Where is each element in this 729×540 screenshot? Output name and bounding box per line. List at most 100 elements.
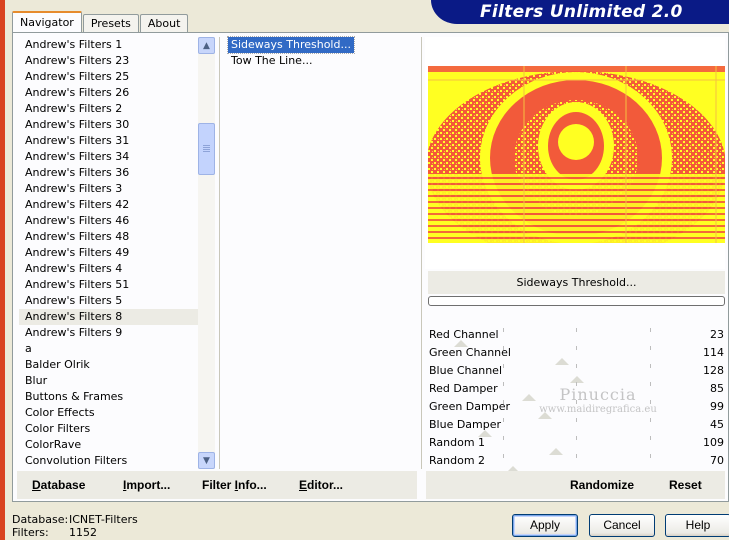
param-value: 114 <box>703 346 724 359</box>
filters-count: 1152 <box>69 526 97 539</box>
category-item[interactable]: Buttons & Frames <box>19 389 199 405</box>
param-value: 45 <box>710 418 724 431</box>
slider-tick <box>503 454 504 458</box>
scroll-thumb[interactable] <box>198 123 215 175</box>
category-item[interactable]: Andrew's Filters 8 <box>19 309 199 325</box>
watermark: Pinuccia www.maidiregrafica.eu <box>533 385 663 415</box>
param-name: Blue Damper <box>429 418 502 431</box>
category-item[interactable]: Andrew's Filters 1 <box>19 37 199 53</box>
category-item[interactable]: Andrew's Filters 48 <box>19 229 199 245</box>
category-item[interactable]: Andrew's Filters 26 <box>19 85 199 101</box>
editor-button[interactable]: Editor... <box>299 478 343 492</box>
slider-tick <box>650 346 651 350</box>
param-value: 109 <box>703 436 724 449</box>
arrow-down-icon: ▼ <box>203 455 210 466</box>
reset-button[interactable]: Reset <box>669 478 702 492</box>
category-item[interactable]: Andrew's Filters 42 <box>19 197 199 213</box>
watermark-name: Pinuccia <box>559 385 637 404</box>
category-item[interactable]: Convolution Filters <box>19 453 199 469</box>
database-label: Database: <box>12 513 69 526</box>
category-scrollbar[interactable]: ▲ ▼ <box>198 37 215 469</box>
filter-item[interactable]: Sideways Threshold... <box>227 36 355 54</box>
filter-list[interactable]: Sideways Threshold... Tow The Line... <box>227 36 418 69</box>
grip-icon <box>203 145 210 146</box>
param-slider[interactable]: Random 1 109 <box>428 435 725 455</box>
slider-tick <box>650 436 651 440</box>
param-name: Red Damper <box>429 382 498 395</box>
divider <box>219 37 220 469</box>
category-item[interactable]: Andrew's Filters 34 <box>19 149 199 165</box>
filters-label: Filters: <box>12 526 49 539</box>
scroll-up-button[interactable]: ▲ <box>198 37 215 54</box>
watermark-url: www.maidiregrafica.eu <box>539 404 657 415</box>
divider <box>421 37 422 469</box>
category-item[interactable]: Andrew's Filters 25 <box>19 69 199 85</box>
category-item[interactable]: Andrew's Filters 9 <box>19 325 199 341</box>
param-slider[interactable]: Blue Channel 128 <box>428 363 725 383</box>
param-value: 85 <box>710 382 724 395</box>
category-item[interactable]: Andrew's Filters 46 <box>19 213 199 229</box>
category-item[interactable]: Andrew's Filters 3 <box>19 181 199 197</box>
slider-tick <box>650 328 651 332</box>
cancel-button[interactable]: Cancel <box>589 514 655 537</box>
tab-about[interactable]: About <box>139 14 189 33</box>
param-name: Random 1 <box>429 436 486 449</box>
category-list[interactable]: Andrew's Filters 1 Andrew's Filters 23 And… <box>19 37 199 469</box>
category-item[interactable]: Andrew's Filters 4 <box>19 261 199 277</box>
left-edge-strip <box>0 0 5 540</box>
filter-item[interactable]: Tow The Line... <box>228 53 315 69</box>
database-value: ICNET-Filters <box>69 513 138 526</box>
slider-tick <box>576 364 577 368</box>
help-button[interactable]: Help <box>665 514 729 537</box>
category-item[interactable]: Andrew's Filters 31 <box>19 133 199 149</box>
slider-tick <box>576 454 577 458</box>
filter-info-button[interactable]: Filter Info... <box>202 478 267 492</box>
progress-bar <box>428 296 725 306</box>
apply-button[interactable]: Apply <box>512 514 578 537</box>
status-info: Database:ICNET-Filters Filters: 1152 <box>12 513 138 539</box>
tab-navigator[interactable]: Navigator <box>12 11 82 33</box>
param-slider[interactable]: Blue Damper 45 <box>428 417 725 437</box>
slider-tick <box>576 418 577 422</box>
category-item[interactable]: Andrew's Filters 36 <box>19 165 199 181</box>
database-button[interactable]: Database <box>32 478 85 492</box>
param-name: Blue Channel <box>429 364 502 377</box>
filter-preview-image <box>428 66 725 243</box>
category-item[interactable]: Color Filters <box>19 421 199 437</box>
slider-tick <box>503 364 504 368</box>
param-slider[interactable]: Random 2 70 <box>428 453 725 473</box>
category-item[interactable]: Balder Olrik <box>19 357 199 373</box>
slider-tick <box>650 418 651 422</box>
slider-tick <box>503 436 504 440</box>
category-item[interactable]: Blur <box>19 373 199 389</box>
tab-presets[interactable]: Presets <box>82 14 139 33</box>
category-item[interactable]: Andrew's Filters 51 <box>19 277 199 293</box>
scroll-down-button[interactable]: ▼ <box>198 452 215 469</box>
category-item[interactable]: Andrew's Filters 5 <box>19 293 199 309</box>
slider-tick <box>503 328 504 332</box>
param-name: Random 2 <box>429 454 486 467</box>
param-value: 23 <box>710 328 724 341</box>
param-name: Red Channel <box>429 328 499 341</box>
slider-tick <box>650 364 651 368</box>
param-name: Green Channel <box>429 346 511 359</box>
param-slider[interactable]: Green Channel 114 <box>428 345 725 365</box>
slider-tick <box>650 454 651 458</box>
category-item[interactable]: Andrew's Filters 30 <box>19 117 199 133</box>
slider-tick <box>503 418 504 422</box>
param-value: 128 <box>703 364 724 377</box>
slider-tick <box>576 346 577 350</box>
randomize-button[interactable]: Randomize <box>570 478 634 492</box>
category-item[interactable]: a <box>19 341 199 357</box>
import-button[interactable]: Import... <box>123 478 170 492</box>
param-value: 99 <box>710 400 724 413</box>
category-item[interactable]: ColorRave <box>19 437 199 453</box>
category-item[interactable]: Andrew's Filters 2 <box>19 101 199 117</box>
arrow-up-icon: ▲ <box>203 40 210 51</box>
category-item[interactable]: Andrew's Filters 49 <box>19 245 199 261</box>
slider-tick <box>576 328 577 332</box>
param-slider[interactable]: Red Channel 23 <box>428 327 725 347</box>
category-item[interactable]: Color Effects <box>19 405 199 421</box>
category-item[interactable]: Andrew's Filters 23 <box>19 53 199 69</box>
slider-tick <box>576 436 577 440</box>
